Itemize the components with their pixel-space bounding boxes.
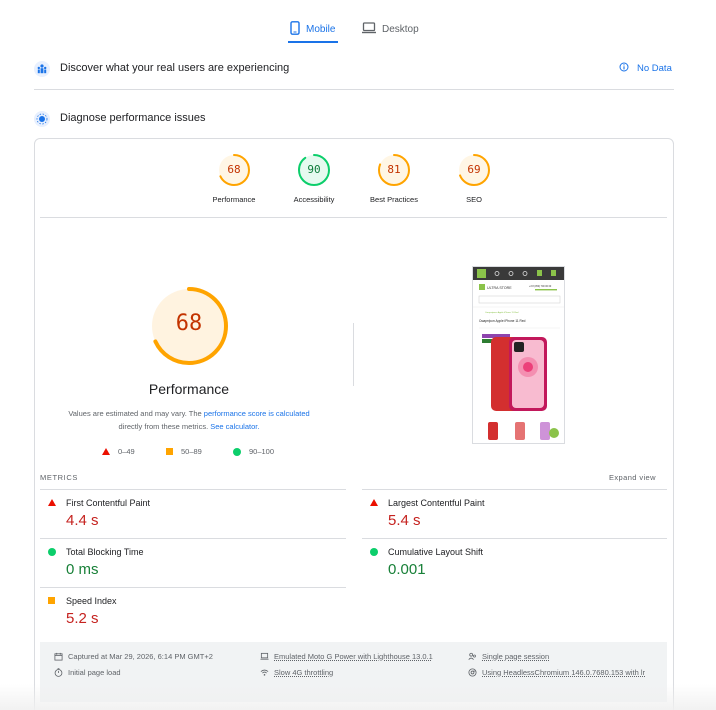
legend-pass-label: 90–100 bbox=[249, 447, 275, 456]
performance-description: Values are estimated and may vary. The p… bbox=[62, 407, 316, 433]
metric-name: Total Blocking Time bbox=[66, 547, 144, 557]
metrics-heading: METRICS bbox=[40, 473, 78, 482]
score-label-seo[interactable]: SEO bbox=[429, 195, 519, 204]
no-data-link[interactable]: No Data bbox=[619, 62, 672, 75]
calendar-icon bbox=[54, 652, 63, 661]
network-throttling[interactable]: Slow 4G throttling bbox=[260, 667, 333, 678]
browser-version[interactable]: Using HeadlessChromium 146.0.7680.153 wi… bbox=[468, 667, 663, 678]
score-gauge-accessibility[interactable]: 90 bbox=[297, 153, 331, 187]
tab-desktop-label: Desktop bbox=[382, 23, 419, 35]
score-gauge-performance[interactable]: 68 bbox=[217, 153, 251, 187]
square-icon bbox=[48, 597, 55, 604]
metric-value: 0.001 bbox=[388, 561, 426, 578]
diagnose-title: Diagnose performance issues bbox=[60, 112, 206, 124]
metric-name: Speed Index bbox=[66, 596, 117, 606]
score-label-accessibility[interactable]: Accessibility bbox=[269, 195, 359, 204]
square-icon bbox=[166, 448, 173, 455]
desktop-icon bbox=[362, 21, 376, 37]
page-screenshot-thumbnail[interactable]: ULTRA STORE +3 8 (050) 700 00 00 Смартфо… bbox=[472, 266, 565, 444]
metric-name: First Contentful Paint bbox=[66, 498, 151, 508]
thumb-phone: +3 8 (050) 700 00 00 bbox=[529, 285, 552, 288]
active-tab-indicator bbox=[288, 41, 338, 43]
metrics-divider bbox=[362, 489, 667, 490]
circle-icon bbox=[370, 548, 378, 556]
initial-page-load: Initial page load bbox=[54, 667, 121, 678]
score-value: 69 bbox=[467, 163, 481, 176]
initial-page-load-text: Initial page load bbox=[68, 668, 121, 677]
thumb-logo: ULTRA STORE bbox=[487, 286, 512, 290]
session-text: Single page session bbox=[482, 652, 550, 661]
legend-pass: 90–100 bbox=[233, 447, 274, 456]
emulated-device[interactable]: Emulated Moto G Power with Lighthouse 13… bbox=[260, 651, 433, 662]
score-label-performance[interactable]: Performance bbox=[189, 195, 279, 204]
metric-value: 4.4 s bbox=[66, 512, 99, 529]
divider bbox=[34, 89, 674, 90]
performance-score-large: 68 bbox=[175, 311, 203, 336]
metrics-divider bbox=[40, 489, 346, 490]
metric-value: 5.4 s bbox=[388, 512, 421, 529]
captured-at-text: Captured at Mar 29, 2026, 6:14 PM GMT+2 bbox=[68, 652, 213, 661]
thumb-product-title: Смартфон Apple iPhone 11 Red bbox=[479, 319, 526, 323]
legend-average: 50–89 bbox=[166, 447, 202, 456]
browser-text: Using HeadlessChromium 146.0.7680.153 wi… bbox=[482, 668, 646, 677]
legend-fail-label: 0–49 bbox=[118, 447, 135, 456]
field-data-title: Discover what your real users are experi… bbox=[60, 62, 290, 74]
throttling-text: Slow 4G throttling bbox=[274, 668, 334, 677]
triangle-icon bbox=[102, 448, 110, 455]
score-gauge-seo[interactable]: 69 bbox=[457, 153, 491, 187]
tab-mobile[interactable]: Mobile bbox=[290, 14, 335, 44]
timer-icon bbox=[54, 668, 63, 677]
performance-score-link[interactable]: performance score is calculated bbox=[204, 409, 310, 418]
bottom-fade bbox=[0, 684, 716, 710]
emulated-device-text: Emulated Moto G Power with Lighthouse 13… bbox=[274, 652, 433, 661]
circle-icon bbox=[233, 447, 241, 456]
metric-value: 5.2 s bbox=[66, 610, 99, 627]
wifi-icon bbox=[260, 669, 269, 676]
info-icon bbox=[619, 62, 629, 75]
diagnose-icon bbox=[34, 111, 50, 127]
score-gauge-best-practices[interactable]: 81 bbox=[377, 153, 411, 187]
device-icon bbox=[260, 652, 269, 660]
captured-at: Captured at Mar 29, 2026, 6:14 PM GMT+2 bbox=[54, 651, 213, 662]
triangle-icon bbox=[48, 499, 56, 506]
field-data-icon bbox=[34, 61, 50, 77]
desc-text: Values are estimated and may vary. The bbox=[68, 409, 204, 418]
legend-average-label: 50–89 bbox=[181, 447, 202, 456]
metric-name: Cumulative Layout Shift bbox=[388, 547, 484, 557]
no-data-label: No Data bbox=[637, 63, 672, 74]
score-value: 81 bbox=[387, 163, 401, 176]
desc-text-mid: directly from these metrics. bbox=[118, 422, 211, 431]
triangle-icon bbox=[370, 499, 378, 506]
metrics-divider bbox=[40, 538, 346, 539]
score-value: 68 bbox=[227, 163, 241, 176]
tab-desktop[interactable]: Desktop bbox=[362, 14, 419, 44]
mobile-icon bbox=[290, 20, 300, 38]
metrics-divider bbox=[40, 587, 346, 588]
tab-mobile-label: Mobile bbox=[306, 23, 336, 35]
thumb-breadcrumb: Смартфоны Apple iPhone 11 Red bbox=[485, 311, 519, 314]
metric-name: Largest Contentful Paint bbox=[388, 498, 485, 508]
circle-icon bbox=[48, 548, 56, 556]
legend-fail: 0–49 bbox=[102, 447, 135, 456]
people-icon bbox=[468, 652, 476, 660]
metrics-divider bbox=[362, 538, 667, 539]
gauges-divider bbox=[40, 217, 667, 218]
chrome-icon bbox=[468, 668, 477, 677]
vertical-divider bbox=[353, 323, 354, 386]
score-value: 90 bbox=[307, 163, 321, 176]
performance-title: Performance bbox=[148, 381, 230, 397]
score-label-best-practices[interactable]: Best Practices bbox=[349, 195, 439, 204]
see-calculator-link[interactable]: See calculator. bbox=[210, 422, 259, 431]
expand-view-button[interactable]: Expand view bbox=[609, 473, 656, 482]
single-page-session[interactable]: Single page session bbox=[468, 651, 549, 662]
metric-value: 0 ms bbox=[66, 561, 99, 578]
